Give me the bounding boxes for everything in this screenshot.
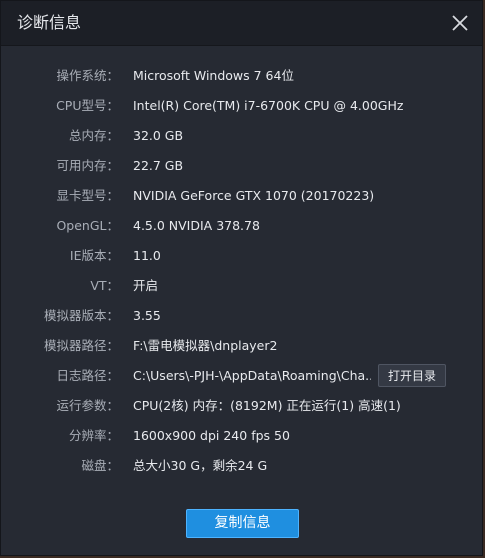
info-row-gpu: 显卡型号： NVIDIA GeForce GTX 1070 (20170223) bbox=[1, 181, 482, 211]
info-row-vt: VT： 开启 bbox=[1, 271, 482, 301]
info-value: 22.7 GB bbox=[133, 158, 184, 173]
info-value: 4.5.0 NVIDIA 378.78 bbox=[133, 218, 260, 233]
close-icon bbox=[452, 15, 468, 31]
info-row-resolution: 分辨率： 1600x900 dpi 240 fps 50 bbox=[1, 421, 482, 451]
info-label: 可用内存： bbox=[56, 158, 119, 173]
info-row-cpu: CPU型号： Intel(R) Core(TM) i7-6700K CPU @ … bbox=[1, 91, 482, 121]
info-value: 3.55 bbox=[133, 308, 161, 323]
info-label: 总内存： bbox=[68, 128, 119, 143]
info-row-os: 操作系统： Microsoft Windows 7 64位 bbox=[1, 61, 482, 91]
info-row-ie-version: IE版本： 11.0 bbox=[1, 241, 482, 271]
info-label: 运行参数： bbox=[56, 398, 119, 413]
info-label: OpenGL： bbox=[56, 218, 119, 233]
open-directory-button[interactable]: 打开目录 bbox=[378, 364, 446, 387]
info-row-emulator-version: 模拟器版本： 3.55 bbox=[1, 301, 482, 331]
info-value: NVIDIA GeForce GTX 1070 (20170223) bbox=[133, 188, 375, 203]
info-row-disk: 磁盘： 总大小30 G，剩余24 G bbox=[1, 451, 482, 481]
info-row-opengl: OpenGL： 4.5.0 NVIDIA 378.78 bbox=[1, 211, 482, 241]
info-value: 32.0 GB bbox=[133, 128, 184, 143]
info-label: 显卡型号： bbox=[56, 188, 119, 203]
info-row-emulator-path: 模拟器路径： F:\雷电模拟器\dnplayer2 bbox=[1, 331, 482, 361]
info-value: 11.0 bbox=[133, 248, 161, 263]
info-label: 模拟器版本： bbox=[43, 308, 119, 323]
info-value: 1600x900 dpi 240 fps 50 bbox=[133, 428, 290, 443]
info-value: F:\雷电模拟器\dnplayer2 bbox=[133, 338, 278, 353]
dialog-title: 诊断信息 bbox=[17, 13, 82, 32]
info-label: IE版本： bbox=[69, 248, 119, 263]
info-value: Microsoft Windows 7 64位 bbox=[133, 68, 294, 83]
info-label: 磁盘： bbox=[81, 458, 119, 473]
info-list: 操作系统： Microsoft Windows 7 64位 CPU型号： Int… bbox=[1, 61, 482, 481]
info-label: 分辨率： bbox=[68, 428, 119, 443]
copy-info-button[interactable]: 复制信息 bbox=[186, 509, 299, 538]
info-row-log-path: 日志路径： C:\Users\-PJH-\AppData\Roaming\Cha… bbox=[1, 361, 482, 391]
info-label: 日志路径： bbox=[56, 368, 119, 383]
info-label: VT： bbox=[90, 278, 119, 293]
info-row-available-memory: 可用内存： 22.7 GB bbox=[1, 151, 482, 181]
info-label: 模拟器路径： bbox=[43, 338, 119, 353]
info-label: 操作系统： bbox=[56, 68, 119, 83]
close-button[interactable] bbox=[446, 9, 474, 37]
title-bar: 诊断信息 bbox=[1, 1, 482, 46]
info-value: CPU(2核) 内存：(8192M) 正在运行(1) 高速(1) bbox=[133, 398, 401, 413]
info-row-run-params: 运行参数： CPU(2核) 内存：(8192M) 正在运行(1) 高速(1) bbox=[1, 391, 482, 421]
info-label: CPU型号： bbox=[56, 98, 119, 113]
info-row-total-memory: 总内存： 32.0 GB bbox=[1, 121, 482, 151]
diagnostics-dialog: 诊断信息 操作系统： Microsoft Windows 7 64位 CPU型号… bbox=[0, 0, 483, 556]
info-value: 开启 bbox=[133, 278, 159, 293]
info-value: C:\Users\-PJH-\AppData\Roaming\Cha... bbox=[133, 368, 371, 383]
info-value: Intel(R) Core(TM) i7-6700K CPU @ 4.00GHz bbox=[133, 98, 404, 113]
info-value: 总大小30 G，剩余24 G bbox=[133, 458, 268, 473]
